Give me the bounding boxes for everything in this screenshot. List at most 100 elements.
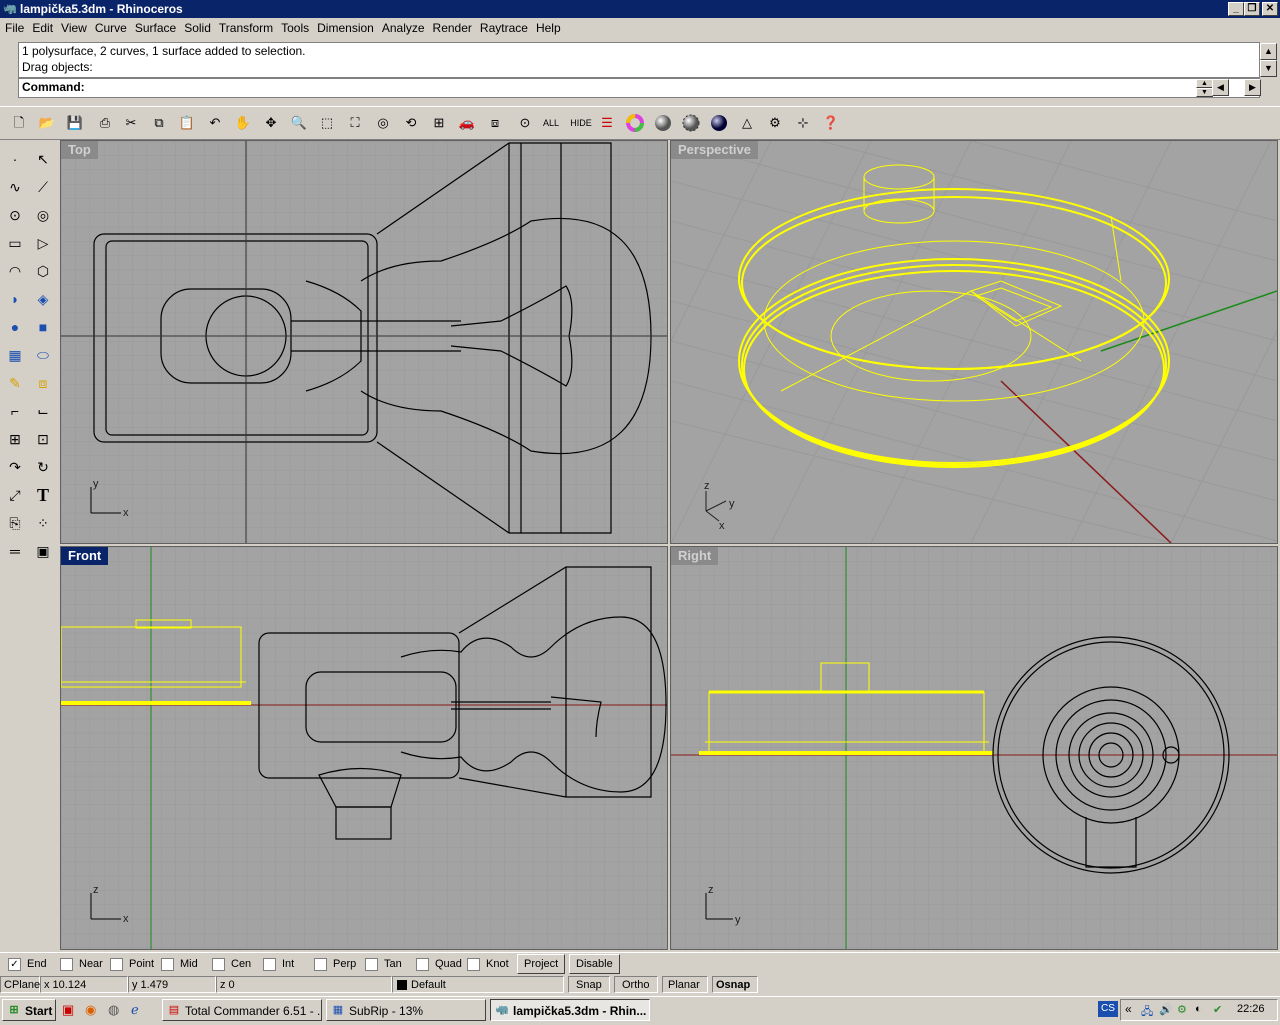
- help-icon[interactable]: ❓: [820, 113, 842, 133]
- menu-render[interactable]: Render: [429, 18, 476, 38]
- copy-icon[interactable]: ⧉: [148, 113, 170, 133]
- minimize-button[interactable]: _: [1228, 2, 1244, 16]
- tray-security-icon[interactable]: ◐: [1195, 1003, 1202, 1015]
- polyline-icon[interactable]: ⟋: [30, 174, 56, 200]
- boolean-icon[interactable]: ✎: [2, 370, 28, 396]
- menu-surface[interactable]: Surface: [131, 18, 180, 38]
- quicklaunch-media-icon[interactable]: ◍: [108, 1002, 119, 1018]
- viewport-title-right[interactable]: Right: [671, 547, 719, 565]
- history-scroll-down-button[interactable]: ▼: [1260, 60, 1277, 77]
- scale-icon[interactable]: ⊡: [30, 426, 56, 452]
- task-subrip[interactable]: ▦ SubRip - 13%: [326, 999, 486, 1021]
- cylinder-icon[interactable]: ⬭: [30, 342, 56, 368]
- viewport-title-perspective[interactable]: Perspective: [671, 141, 758, 159]
- perspective-view-canvas[interactable]: z y x: [671, 141, 1277, 543]
- osnap-end-checkbox[interactable]: ✓: [8, 957, 21, 971]
- disable-button[interactable]: Disable: [569, 954, 620, 974]
- ortho-toggle[interactable]: Ortho: [614, 976, 658, 993]
- osnap-tan[interactable]: Tan: [365, 957, 402, 971]
- osnap-point-checkbox[interactable]: [110, 957, 123, 971]
- language-indicator[interactable]: CS: [1098, 1001, 1118, 1017]
- command-prev-button[interactable]: ◀: [1212, 79, 1229, 96]
- undo-icon[interactable]: ↶: [204, 113, 226, 133]
- menu-raytrace[interactable]: Raytrace: [476, 18, 532, 38]
- front-view-canvas[interactable]: z x: [61, 547, 667, 949]
- task-total-commander[interactable]: ▤ Total Commander 6.51 - ...: [162, 999, 322, 1021]
- box-icon[interactable]: ■: [30, 314, 56, 340]
- network-icon[interactable]: 🖧: [1141, 1003, 1153, 1022]
- polygon-icon[interactable]: ▷: [30, 230, 56, 256]
- viewport-front[interactable]: z x Front: [60, 546, 668, 950]
- quicklaunch-save-icon[interactable]: ▣: [62, 1002, 74, 1018]
- hexagon-icon[interactable]: ⬡: [30, 258, 56, 284]
- command-spin-up-button[interactable]: ▲: [1196, 79, 1213, 88]
- volume-icon[interactable]: 🔊: [1159, 1003, 1173, 1016]
- osnap-mid[interactable]: Mid: [161, 957, 198, 971]
- project-button[interactable]: Project: [517, 954, 566, 974]
- planar-toggle[interactable]: Planar: [662, 976, 708, 993]
- menu-curve[interactable]: Curve: [91, 18, 131, 38]
- command-next-button[interactable]: ▶: [1244, 79, 1261, 96]
- ellipse-icon[interactable]: ◎: [30, 202, 56, 228]
- rendered-sphere-icon[interactable]: [680, 113, 702, 133]
- points-on-icon[interactable]: ⁘: [30, 510, 56, 536]
- osnap-perp-checkbox[interactable]: [314, 957, 327, 971]
- surface-icon[interactable]: ◗: [2, 286, 28, 312]
- close-button[interactable]: ✕: [1262, 2, 1278, 16]
- layer-field[interactable]: Default: [392, 976, 564, 993]
- car-render-icon[interactable]: 🚗: [456, 113, 478, 133]
- osnap-tan-checkbox[interactable]: [365, 957, 378, 971]
- show-all-button[interactable]: ALL: [540, 113, 562, 133]
- undo-view-icon[interactable]: ⟲: [400, 113, 422, 133]
- sphere-icon[interactable]: ●: [2, 314, 28, 340]
- color-wheel-icon[interactable]: [624, 113, 646, 133]
- curve-icon[interactable]: ∿: [2, 174, 28, 200]
- loft-icon[interactable]: ◈: [30, 286, 56, 312]
- osnap-cen[interactable]: Cen: [212, 957, 251, 971]
- menu-dimension[interactable]: Dimension: [313, 18, 378, 38]
- command-spin-down-button[interactable]: ▼: [1196, 88, 1213, 97]
- osnap-cen-checkbox[interactable]: [212, 957, 225, 971]
- osnap-point[interactable]: Point: [110, 957, 154, 971]
- osnap-quad[interactable]: Quad: [416, 957, 462, 971]
- cone-light-icon[interactable]: △: [736, 113, 758, 133]
- render-icon[interactable]: ▣: [30, 538, 56, 564]
- layer-icon[interactable]: ☰: [596, 113, 618, 133]
- split-icon[interactable]: ⌙: [30, 398, 56, 424]
- snap-toggle[interactable]: Snap: [568, 976, 610, 993]
- new-icon[interactable]: 🗋: [8, 113, 30, 133]
- tray-app-icon[interactable]: ⚙: [1177, 1003, 1187, 1016]
- menu-solid[interactable]: Solid: [180, 18, 215, 38]
- viewport-perspective[interactable]: z y x Perspective: [670, 140, 1278, 544]
- mesh-icon[interactable]: ▦: [2, 342, 28, 368]
- point-icon[interactable]: ·: [2, 146, 28, 172]
- blue-sphere-icon[interactable]: [708, 113, 730, 133]
- options-gear-icon[interactable]: ⚙: [764, 113, 786, 133]
- fillet-icon[interactable]: ↷: [2, 454, 28, 480]
- viewport-top[interactable]: y x Top: [60, 140, 668, 544]
- command-line[interactable]: Command:: [18, 78, 1260, 98]
- move-icon[interactable]: ⊞: [2, 426, 28, 452]
- menu-file[interactable]: File: [1, 18, 28, 38]
- menu-tools[interactable]: Tools: [277, 18, 313, 38]
- osnap-end[interactable]: ✓ End: [8, 957, 47, 971]
- shaded-sphere-icon[interactable]: [652, 113, 674, 133]
- start-button[interactable]: ⊞ Start: [2, 999, 56, 1021]
- pan-icon[interactable]: ✋: [232, 113, 254, 133]
- ruler-icon[interactable]: ═: [2, 538, 28, 564]
- quicklaunch-firefox-icon[interactable]: ◉: [85, 1002, 96, 1018]
- osnap-toggle[interactable]: Osnap: [712, 976, 758, 993]
- grid-snap-icon[interactable]: ⊹: [792, 113, 814, 133]
- object-properties-icon[interactable]: ⊙: [514, 113, 536, 133]
- rectangle-icon[interactable]: ▭: [2, 230, 28, 256]
- zoom-icon[interactable]: 🔍: [288, 113, 310, 133]
- open-icon[interactable]: 📂: [36, 113, 58, 133]
- zoom-extents-icon[interactable]: ⛶: [344, 113, 366, 133]
- rotate-icon[interactable]: ↻: [30, 454, 56, 480]
- osnap-knot-checkbox[interactable]: [467, 957, 480, 971]
- osnap-perp[interactable]: Perp: [314, 957, 356, 971]
- layout-icon[interactable]: ⎘: [2, 510, 28, 536]
- menu-help[interactable]: Help: [532, 18, 565, 38]
- four-views-icon[interactable]: ⊞: [428, 113, 450, 133]
- osnap-int[interactable]: Int: [263, 957, 294, 971]
